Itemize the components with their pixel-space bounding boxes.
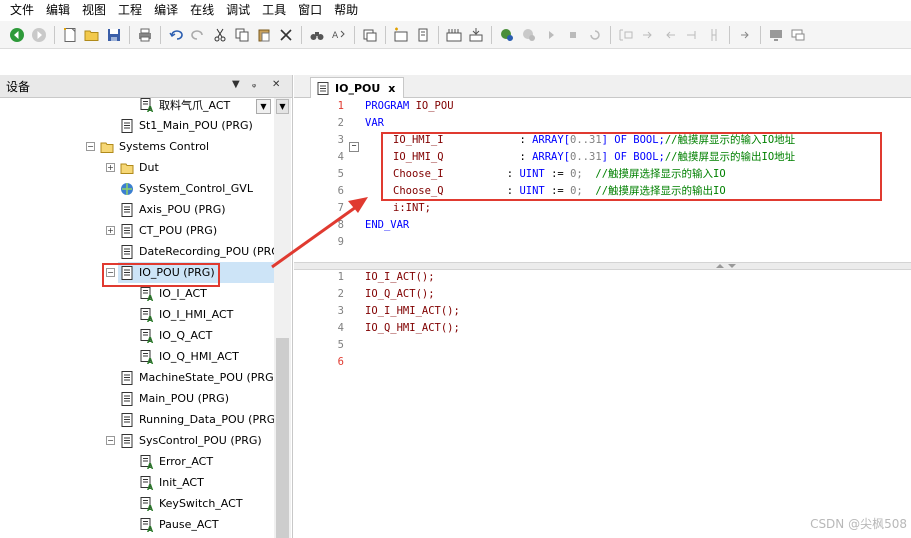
watermark: CSDN @尖枫508 [810, 517, 907, 531]
annotation-arrow [271, 197, 368, 269]
